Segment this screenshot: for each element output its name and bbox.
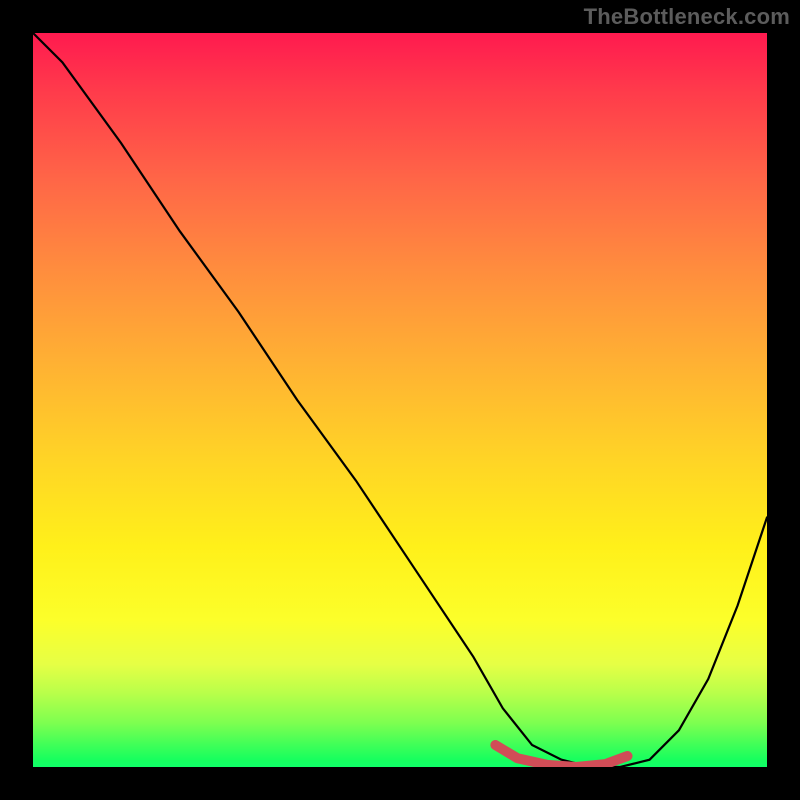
- chart-frame: TheBottleneck.com: [0, 0, 800, 800]
- optimal-range-marker: [495, 745, 627, 767]
- watermark-text: TheBottleneck.com: [584, 4, 790, 30]
- bottleneck-curve: [33, 33, 767, 767]
- curve-layer: [33, 33, 767, 767]
- plot-area: [33, 33, 767, 767]
